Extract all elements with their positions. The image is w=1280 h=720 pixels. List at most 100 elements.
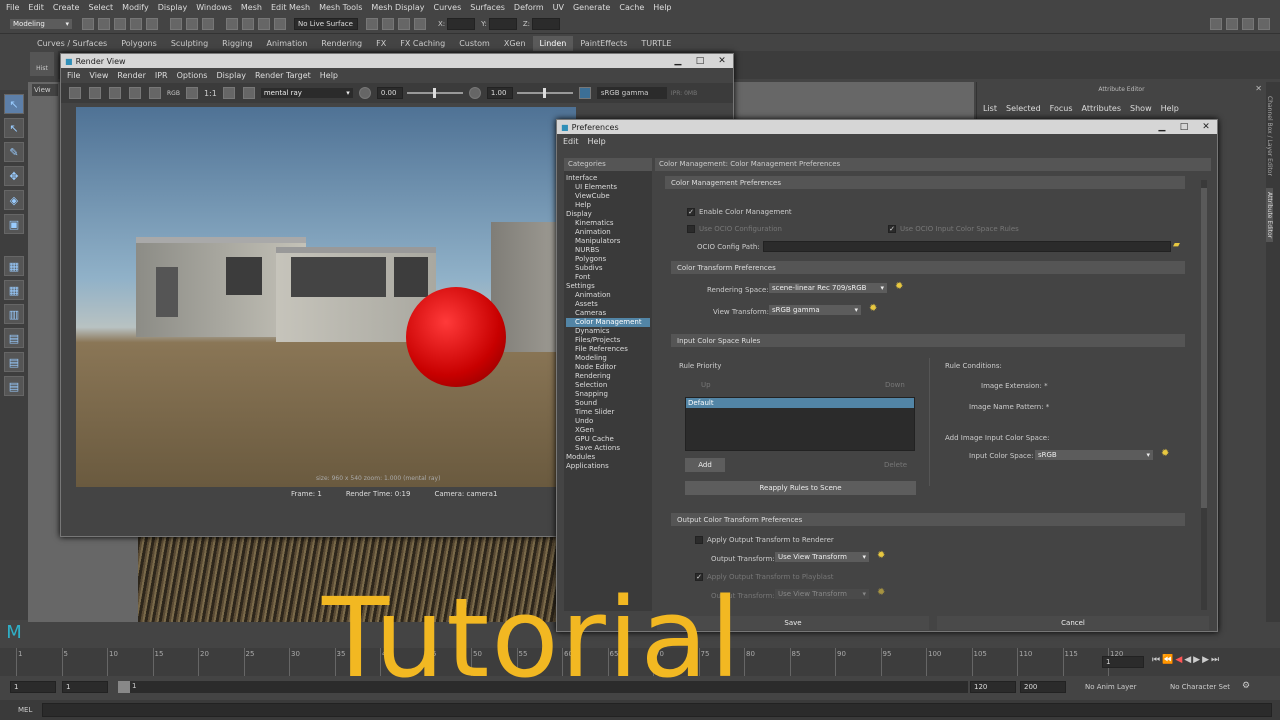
rv-menu-view[interactable]: View xyxy=(89,71,108,80)
settings-gear-icon[interactable]: ✹ xyxy=(1161,448,1169,459)
modeling-toolkit-icon[interactable] xyxy=(1210,17,1222,30)
shelf-tab-animation[interactable]: Animation xyxy=(259,36,314,51)
channel-box-toggle-icon[interactable] xyxy=(1258,17,1270,30)
shelf-tab-custom[interactable]: Custom xyxy=(452,36,497,51)
select-component-icon[interactable] xyxy=(202,17,214,30)
shelf-tab-rendering[interactable]: Rendering xyxy=(314,36,369,51)
new-scene-icon[interactable] xyxy=(82,17,94,30)
menu-curves[interactable]: Curves xyxy=(433,3,461,12)
category-item[interactable]: File References xyxy=(566,345,650,354)
menu-help[interactable]: Help xyxy=(653,3,671,12)
attribute-editor-tab[interactable]: Attribute Editor xyxy=(1266,187,1273,243)
category-item[interactable]: XGen xyxy=(566,426,650,435)
lasso-tool-icon[interactable]: ↖ xyxy=(4,118,24,138)
rv-menu-file[interactable]: File xyxy=(67,71,80,80)
select-hierarchy-icon[interactable] xyxy=(170,17,182,30)
real-size-button[interactable]: 1:1 xyxy=(204,89,217,98)
shelf-tab-linden[interactable]: Linden xyxy=(532,36,574,51)
use-ocio-row[interactable]: Use OCIO Configuration xyxy=(687,225,782,233)
shelf-tab-fx-caching[interactable]: FX Caching xyxy=(393,36,452,51)
menu-cache[interactable]: Cache xyxy=(619,3,644,12)
anim-layer-dropdown[interactable]: No Anim Layer xyxy=(1085,683,1136,691)
category-item[interactable]: ViewCube xyxy=(566,192,650,201)
rv-menu-ipr[interactable]: IPR xyxy=(155,71,168,80)
category-item[interactable]: Manipulators xyxy=(566,237,650,246)
playback-start-field[interactable]: 1 xyxy=(62,681,108,693)
pref-menu-help[interactable]: Help xyxy=(588,137,606,146)
scale-tool-icon[interactable]: ▣ xyxy=(4,214,24,234)
menu-file[interactable]: File xyxy=(6,3,19,12)
enable-cm-checkbox[interactable]: ✓ xyxy=(687,208,695,216)
category-item[interactable]: Help xyxy=(566,201,650,210)
render-icon[interactable] xyxy=(366,17,378,30)
preferences-scrollbar[interactable] xyxy=(1201,180,1207,610)
color-management-prefs-header[interactable]: Color Management Preferences xyxy=(665,176,1185,189)
apply-renderer-row[interactable]: Apply Output Transform to Renderer xyxy=(695,536,834,544)
playback-end-field[interactable]: 120 xyxy=(970,681,1016,693)
step-forward-icon[interactable]: ▶ xyxy=(1202,655,1211,665)
shelf-tab-curves-surfaces[interactable]: Curves / Surfaces xyxy=(30,36,114,51)
category-item[interactable]: Save Actions xyxy=(566,444,650,453)
category-item[interactable]: Assets xyxy=(566,300,650,309)
snap-grid-icon[interactable] xyxy=(226,17,238,30)
minimize-button[interactable]: ▁ xyxy=(667,56,689,66)
go-to-end-icon[interactable]: ⏭ xyxy=(1211,655,1221,665)
add-rule-button[interactable]: Add xyxy=(685,458,725,472)
category-item[interactable]: Polygons xyxy=(566,255,650,264)
render-view-titlebar[interactable]: ■ Render View ▁ □ ✕ xyxy=(61,54,733,68)
menu-windows[interactable]: Windows xyxy=(196,3,232,12)
ae-menu-focus[interactable]: Focus xyxy=(1050,104,1073,113)
rv-menu-display[interactable]: Display xyxy=(216,71,246,80)
menu-mesh-display[interactable]: Mesh Display xyxy=(371,3,424,12)
ipr-render-icon[interactable] xyxy=(382,17,394,30)
renderer-dropdown[interactable]: mental ray ▾ xyxy=(260,88,353,98)
settings-gear-icon[interactable]: ✹ xyxy=(877,550,885,561)
ae-menu-help[interactable]: Help xyxy=(1161,104,1179,113)
menu-edit-mesh[interactable]: Edit Mesh xyxy=(271,3,310,12)
step-back-frame-icon[interactable]: ◀ xyxy=(1175,655,1184,665)
alpha-icon[interactable] xyxy=(185,87,198,99)
category-item[interactable]: Selection xyxy=(566,381,650,390)
maximize-button[interactable]: □ xyxy=(1173,122,1195,132)
settings-gear-icon[interactable]: ✹ xyxy=(877,587,885,598)
attribute-editor-close-icon[interactable]: ✕ xyxy=(1255,84,1262,93)
category-item[interactable]: Display xyxy=(566,210,650,219)
snap-surface-icon[interactable] xyxy=(274,17,286,30)
settings-gear-icon[interactable]: ✹ xyxy=(869,303,877,314)
category-item[interactable]: Rendering xyxy=(566,372,650,381)
side-by-side-icon[interactable]: ▥ xyxy=(4,304,24,324)
exposure-slider[interactable] xyxy=(406,88,463,98)
apply-renderer-checkbox[interactable] xyxy=(695,536,703,544)
select-tool-icon[interactable]: ↖ xyxy=(4,94,24,114)
color-transform-prefs-header[interactable]: Color Transform Preferences xyxy=(671,261,1185,274)
shelf-tab-painteffects[interactable]: PaintEffects xyxy=(573,36,634,51)
category-item[interactable]: Dynamics xyxy=(566,327,650,336)
channel-box-tab[interactable]: Channel Box / Layer Editor xyxy=(1266,96,1273,176)
category-item[interactable]: Cameras xyxy=(566,309,650,318)
viewport-view-menu[interactable]: View xyxy=(32,84,58,96)
rendering-space-dropdown[interactable]: scene-linear Rec 709/sRGB ▾ xyxy=(769,283,887,293)
rotate-tool-icon[interactable]: ◈ xyxy=(4,190,24,210)
shelf-tab-xgen[interactable]: XGen xyxy=(497,36,533,51)
output-transform-playblast-dropdown[interactable]: Use View Transform ▾ xyxy=(775,589,869,599)
menu-uv[interactable]: UV xyxy=(553,3,564,12)
cancel-button[interactable]: Cancel xyxy=(937,616,1209,630)
ae-menu-list[interactable]: List xyxy=(983,104,997,113)
category-item[interactable]: NURBS xyxy=(566,246,650,255)
menu-select[interactable]: Select xyxy=(88,3,113,12)
menu-deform[interactable]: Deform xyxy=(514,3,544,12)
gamma-field[interactable]: 1.00 xyxy=(486,87,513,99)
rv-menu-help[interactable]: Help xyxy=(320,71,338,80)
rule-up-button[interactable]: Up xyxy=(701,381,711,389)
close-button[interactable]: ✕ xyxy=(711,56,733,66)
go-to-start-icon[interactable]: ⏮ xyxy=(1152,655,1162,665)
view-transform-dropdown[interactable]: sRGB gamma ▾ xyxy=(769,305,861,315)
category-item[interactable]: Animation xyxy=(566,228,650,237)
input-color-space-rules-header[interactable]: Input Color Space Rules xyxy=(671,334,1185,347)
category-item[interactable]: Modeling xyxy=(566,354,650,363)
paint-select-icon[interactable]: ✎ xyxy=(4,142,24,162)
anim-prefs-icon[interactable]: ⚙ xyxy=(1242,681,1250,691)
shelf-tab-rigging[interactable]: Rigging xyxy=(215,36,259,51)
live-surface-field[interactable]: No Live Surface xyxy=(294,17,358,30)
rule-list-item[interactable]: Default xyxy=(686,398,914,408)
